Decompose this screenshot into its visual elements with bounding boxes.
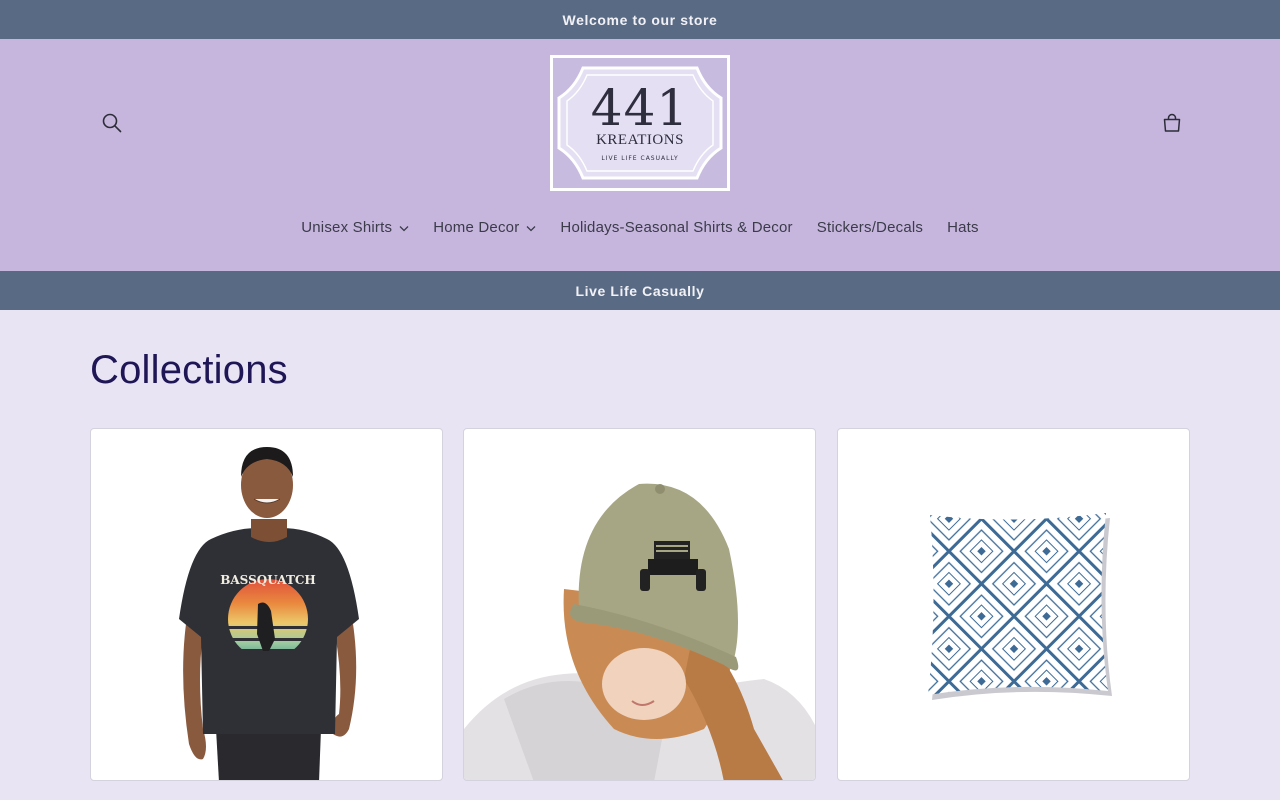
page-title: Collections: [90, 348, 288, 392]
search-icon: [102, 113, 122, 133]
chevron-down-icon: [399, 225, 409, 231]
announcement-text: Live Life Casually: [575, 282, 705, 299]
nav-item-label: Holidays-Seasonal Shirts & Decor: [560, 219, 793, 236]
nav-item-holidays-seasonal[interactable]: Holidays-Seasonal Shirts & Decor: [548, 219, 804, 236]
logo-number: 441: [590, 78, 690, 137]
search-button[interactable]: [96, 107, 128, 139]
nav-item-label: Hats: [947, 219, 979, 236]
nav-item-label: Home Decor: [433, 219, 520, 236]
collection-image-cap: [464, 483, 815, 780]
shirt-print-text: BASSQUATCH: [220, 573, 316, 587]
logo-tagline: LIVE LIFE CASUALLY: [601, 154, 679, 162]
main-nav: Unisex Shirts Home Decor Holidays-Season…: [0, 219, 1280, 236]
chevron-down-icon: [526, 225, 536, 231]
nav-item-unisex-shirts[interactable]: Unisex Shirts: [289, 219, 421, 236]
nav-item-label: Stickers/Decals: [816, 219, 924, 236]
cart-icon: [1163, 113, 1181, 132]
announcement-text: Welcome to our store: [562, 11, 718, 28]
announcement-bar-top: Welcome to our store: [0, 0, 1280, 39]
collection-card-home-decor[interactable]: [837, 428, 1190, 781]
collection-card-shirts[interactable]: BASSQUATCH: [90, 428, 443, 781]
cart-button[interactable]: [1156, 107, 1188, 139]
collection-image-pillow: [928, 513, 1112, 700]
logo-name: KREATIONS: [596, 131, 684, 148]
site-header: 441 KREATIONS LIVE LIFE CASUALLY Unisex …: [0, 39, 1280, 271]
collection-card-hats[interactable]: [463, 428, 816, 781]
store-logo[interactable]: 441 KREATIONS LIVE LIFE CASUALLY: [550, 55, 730, 191]
nav-item-label: Unisex Shirts: [301, 219, 393, 236]
nav-item-hats[interactable]: Hats: [935, 219, 991, 236]
announcement-bar-bottom: Live Life Casually: [0, 271, 1280, 310]
nav-item-home-decor[interactable]: Home Decor: [421, 219, 548, 236]
nav-item-stickers-decals[interactable]: Stickers/Decals: [805, 219, 935, 236]
collection-image-man-tshirt: BASSQUATCH: [179, 447, 359, 780]
